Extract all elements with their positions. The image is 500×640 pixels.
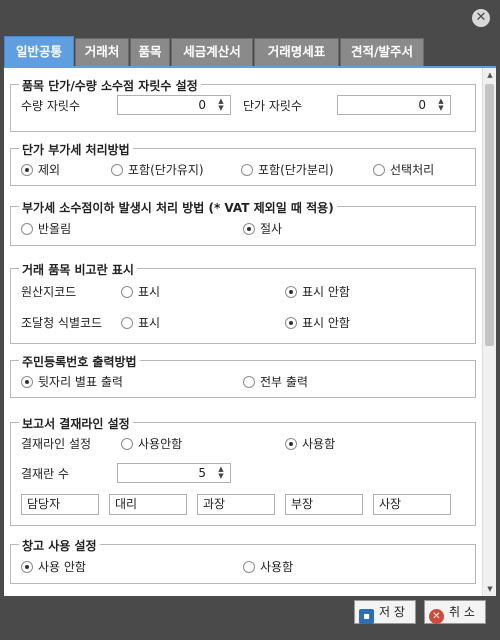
group-title: 품목 단가/수량 소수점 자릿수 설정: [19, 77, 201, 94]
window-titlebar: ✕: [0, 0, 500, 36]
origin-code-label: 원산지코드: [21, 285, 77, 299]
supply-hide-radio[interactable]: 표시 안함: [285, 314, 350, 330]
tab-items[interactable]: 품목: [130, 38, 170, 66]
spinner-arrows-icon[interactable]: ▲ ▼: [435, 98, 447, 112]
scroll-up-icon[interactable]: ▲: [483, 68, 496, 82]
qty-digits-label: 수량 자릿수: [21, 99, 81, 113]
vat-method-group: 단가 부가세 처리방법 제외 포함(단가유지) 포함(단가분리) 선택처리: [10, 141, 476, 186]
radio-empty-icon: [373, 164, 385, 176]
radio-empty-icon: [243, 376, 255, 388]
vat-rounding-group: 부가세 소수점이하 발생시 처리 방법 (* VAT 제외일 때 적용) 반올림…: [10, 199, 476, 246]
radio-empty-icon: [111, 164, 123, 176]
approval-field-2[interactable]: 대리: [109, 494, 187, 515]
vat-include-keep-radio[interactable]: 포함(단가유지): [111, 161, 204, 177]
radio-selected-icon: [285, 286, 297, 298]
group-title: 보고서 결재라인 설정: [19, 415, 133, 432]
spinner-arrows-icon[interactable]: ▲ ▼: [215, 98, 227, 112]
tab-tax-invoice[interactable]: 세금계산서: [171, 38, 253, 66]
origin-hide-radio[interactable]: 표시 안함: [285, 283, 350, 299]
radio-empty-icon: [21, 223, 33, 235]
rounding-truncate-radio[interactable]: 절사: [243, 220, 282, 236]
warehouse-group: 창고 사용 설정 사용 안함 사용함: [10, 537, 476, 584]
tab-general[interactable]: 일반공통: [4, 36, 74, 66]
group-title: 주민등록번호 출력방법: [19, 353, 140, 370]
radio-empty-icon: [121, 317, 133, 329]
rrn-full-radio[interactable]: 전부 출력: [243, 373, 308, 389]
spinner-arrows-icon[interactable]: ▲ ▼: [215, 466, 227, 480]
radio-empty-icon: [241, 164, 253, 176]
warehouse-on-radio[interactable]: 사용함: [243, 558, 293, 574]
rrn-output-group: 주민등록번호 출력방법 뒷자리 별표 출력 전부 출력: [10, 353, 476, 398]
save-button[interactable]: ▪ 저 장: [354, 600, 416, 624]
radio-empty-icon: [243, 561, 255, 573]
price-digits-label: 단가 자릿수: [243, 99, 303, 113]
item-remarks-group: 거래 품목 비고란 표시 원산지코드 표시 표시 안함 조달청 식별코드 표시 …: [10, 261, 476, 344]
radio-selected-icon: [21, 164, 33, 176]
approval-field-1[interactable]: 담당자: [21, 494, 99, 515]
vat-exclude-radio[interactable]: 제외: [21, 161, 60, 177]
cancel-button[interactable]: ✕ 취 소: [424, 600, 486, 624]
floppy-disk-icon: ▪: [359, 609, 374, 624]
origin-show-radio[interactable]: 표시: [121, 283, 160, 299]
cancel-icon: ✕: [429, 609, 444, 624]
vat-include-split-radio[interactable]: 포함(단가분리): [241, 161, 334, 177]
radio-empty-icon: [121, 286, 133, 298]
approval-field-5[interactable]: 사장: [373, 494, 451, 515]
radio-selected-icon: [243, 223, 255, 235]
vat-select-radio[interactable]: 선택처리: [373, 161, 434, 177]
supply-code-label: 조달청 식별코드: [21, 316, 103, 330]
tab-transaction-statement[interactable]: 거래명세표: [254, 38, 339, 66]
price-digits-stepper[interactable]: 0 ▲ ▼: [337, 95, 451, 115]
rrn-mask-radio[interactable]: 뒷자리 별표 출력: [21, 373, 123, 389]
group-title: 부가세 소수점이하 발생시 처리 방법 (* VAT 제외일 때 적용): [19, 199, 337, 216]
vertical-scrollbar[interactable]: ▲ ▼: [482, 68, 496, 596]
group-title: 창고 사용 설정: [19, 537, 100, 554]
settings-panel: 품목 단가/수량 소수점 자릿수 설정 수량 자릿수 0 ▲ ▼ 단가 자릿수 0…: [4, 66, 496, 596]
approval-count-label: 결재란 수: [21, 467, 69, 481]
approval-field-4[interactable]: 부장: [285, 494, 363, 515]
scroll-thumb[interactable]: [485, 84, 494, 346]
approval-field-3[interactable]: 과장: [197, 494, 275, 515]
radio-selected-icon: [285, 438, 297, 450]
approval-line-group: 보고서 결재라인 설정 결재라인 설정 사용안함 사용함 결재란 수 5 ▲ ▼ …: [10, 415, 476, 526]
approval-on-radio[interactable]: 사용함: [285, 435, 335, 451]
approval-line-label: 결재라인 설정: [21, 437, 92, 451]
qty-digits-stepper[interactable]: 0 ▲ ▼: [117, 95, 231, 115]
warehouse-off-radio[interactable]: 사용 안함: [21, 558, 86, 574]
scroll-down-icon[interactable]: ▼: [483, 582, 496, 596]
tab-clients[interactable]: 거래처: [75, 38, 129, 66]
supply-show-radio[interactable]: 표시: [121, 314, 160, 330]
radio-selected-icon: [21, 561, 33, 573]
approval-off-radio[interactable]: 사용안함: [121, 435, 182, 451]
approval-count-stepper[interactable]: 5 ▲ ▼: [117, 463, 231, 483]
decimal-places-group: 품목 단가/수량 소수점 자릿수 설정 수량 자릿수 0 ▲ ▼ 단가 자릿수 0…: [10, 77, 476, 132]
close-icon[interactable]: ✕: [472, 9, 490, 27]
tab-quote-order[interactable]: 견적/발주서: [340, 38, 424, 66]
group-title: 단가 부가세 처리방법: [19, 141, 133, 158]
radio-selected-icon: [21, 376, 33, 388]
tab-bar: 일반공통 거래처 품목 세금계산서 거래명세표 견적/발주서: [4, 36, 496, 66]
radio-selected-icon: [285, 317, 297, 329]
rounding-round-radio[interactable]: 반올림: [21, 220, 71, 236]
group-title: 거래 품목 비고란 표시: [19, 261, 137, 278]
radio-empty-icon: [121, 438, 133, 450]
